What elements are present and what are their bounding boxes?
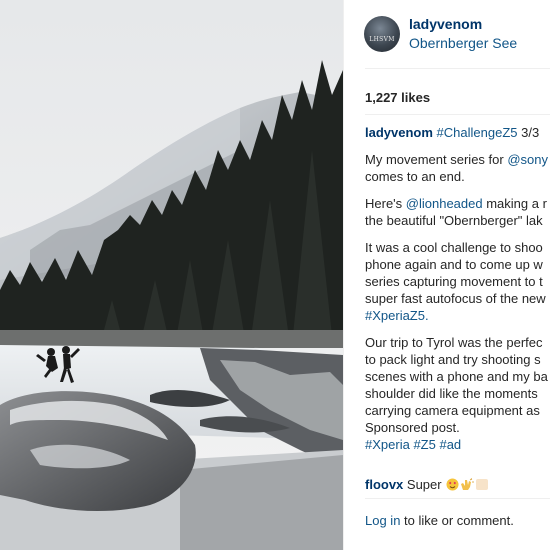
hashtag-link[interactable]: #ad — [439, 437, 461, 452]
mention-link[interactable]: @sony — [507, 152, 548, 167]
caption-text: Sponsored post. — [365, 420, 460, 435]
caption-text: scenes with a phone and my ba — [365, 369, 548, 384]
comment-username[interactable]: floovx — [365, 477, 403, 492]
post-photo — [0, 0, 343, 550]
header-divider — [365, 68, 550, 69]
post-username[interactable]: ladyvenom — [409, 16, 482, 32]
comment-row: floovx Super — [365, 477, 550, 495]
mountain-lake-image — [0, 0, 343, 550]
caption-text: carrying camera equipment as — [365, 403, 540, 418]
caption-text: phone again and to come up w — [365, 257, 543, 272]
post-details-panel: LHSVM ladyvenom Obernberger See 1,227 li… — [344, 0, 550, 550]
caption-text: Our trip to Tyrol was the perfec — [365, 335, 543, 350]
login-prompt: Log in to like or comment. — [365, 513, 514, 528]
caption-text: Here's — [365, 196, 406, 211]
post-location[interactable]: Obernberger See — [409, 35, 517, 51]
post-caption: ladyvenom #ChallengeZ5 3/3 My movement s… — [365, 124, 550, 463]
likes-divider — [365, 114, 550, 115]
avatar-text: LHSVM — [369, 36, 395, 43]
caption-text: making a r — [482, 196, 547, 211]
login-link[interactable]: Log in — [365, 513, 400, 528]
caption-author[interactable]: ladyvenom — [365, 125, 433, 140]
hashtag-link[interactable]: #XperiaZ5. — [365, 308, 429, 323]
comment-text: Super — [403, 477, 442, 492]
caption-text: 3/3 — [517, 125, 540, 140]
hashtag-link[interactable]: #Z5 — [413, 437, 435, 452]
clapping-hands-emoji-icon — [460, 477, 475, 494]
mention-link[interactable]: @lionheaded — [406, 196, 483, 211]
hashtag-link[interactable]: #ChallengeZ5 — [437, 125, 518, 140]
caption-text: shoulder did like the moments — [365, 386, 538, 401]
caption-text: super fast autofocus of the new — [365, 291, 546, 306]
avatar[interactable]: LHSVM — [364, 16, 400, 52]
hashtag-link[interactable]: #Xperia — [365, 437, 410, 452]
caption-text: to pack light and try shooting s — [365, 352, 541, 367]
caption-text: the beautiful "Obernberger" lak — [365, 213, 543, 228]
comments-divider — [365, 498, 550, 499]
clapping-hands-emoji-icon — [475, 478, 489, 494]
caption-text: comes to an end. — [365, 169, 465, 184]
caption-text: series capturing movement to t — [365, 274, 543, 289]
likes-count[interactable]: 1,227 likes — [365, 90, 430, 105]
caption-text: It was a cool challenge to shoo — [365, 240, 543, 255]
caption-text: My movement series for — [365, 152, 508, 167]
login-suffix: to like or comment. — [400, 513, 514, 528]
heart-eyes-emoji-icon — [446, 478, 459, 494]
